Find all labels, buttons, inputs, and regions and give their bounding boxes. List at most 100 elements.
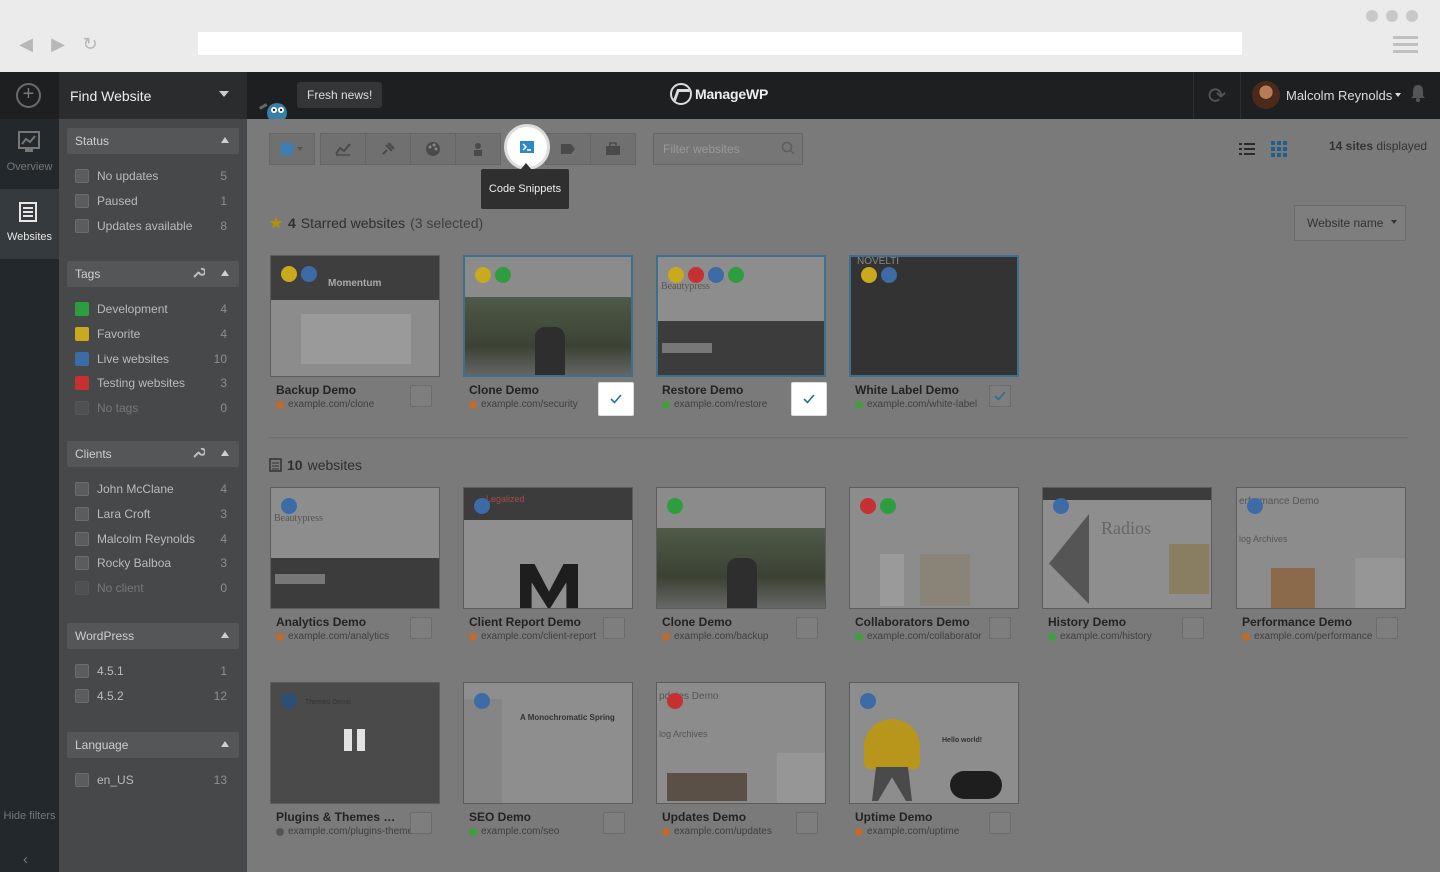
sort-select[interactable]: Website name [1294,205,1406,241]
filter-row-live-websites[interactable]: Live websites 10 [67,346,239,371]
site-select-checkbox[interactable] [1376,617,1398,639]
grid-view-icon[interactable] [1271,141,1287,157]
tag-color-swatch[interactable] [75,351,89,366]
find-website-dropdown[interactable]: Find Website [59,72,247,119]
site-select-checkbox[interactable] [796,812,818,834]
checkbox[interactable] [75,689,89,704]
filter-row-favorite[interactable]: Favorite 4 [67,322,239,347]
site-thumbnail[interactable]: Themes Demo [270,682,440,804]
users-button[interactable] [455,133,501,165]
checkbox[interactable] [75,218,89,233]
filter-row-client[interactable]: Lara Croft 3 [67,502,239,527]
site-card-clone-demo-2[interactable]: Clone Demo example.com/backup [656,487,826,642]
site-select-checkbox[interactable] [410,812,432,834]
filter-row-no-tags[interactable]: No tags 0 [67,396,239,421]
filter-row-no-updates[interactable]: No updates 5 [67,164,239,189]
filter-row-client[interactable]: Malcolm Reynolds 4 [67,526,239,551]
wrench-icon[interactable] [192,446,205,459]
site-thumbnail[interactable] [656,487,826,609]
address-bar[interactable] [198,32,1242,55]
site-card-clone-demo[interactable]: Clone Demo example.com/security [463,255,634,416]
select-all-dropdown[interactable] [269,133,315,165]
filter-row-wp-version[interactable]: 4.5.1 1 [67,659,239,684]
filter-row-testing-websites[interactable]: Testing websites 3 [67,371,239,396]
checkbox[interactable] [75,556,89,571]
plugins-button[interactable] [365,133,411,165]
filter-row-client[interactable]: John McClane 4 [67,477,239,502]
hide-filters-button[interactable]: Hide filters [0,809,59,824]
site-thumbnail[interactable]: Beautypress [656,255,826,377]
site-card-uptime-demo[interactable]: Hello world! Uptime Demo example.com/upt… [849,682,1019,837]
wrench-icon[interactable] [192,266,205,279]
filter-row-wp-version[interactable]: 4.5.2 12 [67,684,239,709]
site-select-checkbox[interactable] [603,617,625,639]
site-thumbnail[interactable]: pdates Demo log Archives [656,682,826,804]
checkbox[interactable] [75,194,89,209]
tag-color-swatch[interactable] [75,376,89,391]
site-thumbnail[interactable]: Radios [1042,487,1212,609]
site-select-checkbox[interactable] [989,617,1011,639]
filter-header-clients[interactable]: Clients [67,441,239,467]
site-card-collaborators-demo[interactable]: Collaborators Demo example.com/collabora… [849,487,1019,642]
site-card-client-report-demo[interactable]: Legalized Client Report Demo example.com… [463,487,633,642]
chevron-left-icon[interactable]: ‹ [23,851,28,868]
site-card-seo-demo[interactable]: A Monochromatic Spring SEO Demo example.… [463,682,633,837]
filter-header-wordpress[interactable]: WordPress [67,623,239,649]
site-thumbnail[interactable]: Legalized [463,487,633,609]
filter-row-development[interactable]: Development 4 [67,297,239,322]
forward-icon[interactable]: ▶ [48,34,68,54]
site-card-plugins-themes-demo[interactable]: Themes Demo Plugins & Themes Dem... exam… [270,682,440,837]
site-thumbnail[interactable]: erformance Demo log Archives [1236,487,1406,609]
rail-item-websites[interactable]: Websites [0,189,59,259]
checkbox[interactable] [75,581,89,596]
site-select-checkbox[interactable] [603,812,625,834]
rail-item-overview[interactable]: Overview [0,119,59,189]
site-card-performance-demo[interactable]: erformance Demo log Archives Performance… [1236,487,1406,642]
sync-icon[interactable]: ⟳ [1193,72,1241,119]
site-card-updates-demo[interactable]: pdates Demo log Archives Updates Demo ex… [656,682,826,837]
filter-row-paused[interactable]: Paused 1 [67,189,239,214]
tag-color-swatch[interactable] [75,327,89,342]
site-select-checkbox[interactable] [989,812,1011,834]
site-card-backup-demo[interactable]: Momentum Backup Demo example.com/clone [270,255,440,410]
themes-button[interactable] [410,133,456,165]
checkbox[interactable] [75,664,89,679]
select-checkbox[interactable] [281,143,293,155]
site-select-checkbox[interactable] [598,382,634,416]
checkbox[interactable] [75,773,89,788]
browser-menu-icon[interactable] [1393,36,1418,57]
reload-icon[interactable]: ↻ [80,34,100,54]
checkbox[interactable] [75,401,89,416]
site-card-restore-demo[interactable]: Beautypress Restore Demo example.com/res… [656,255,827,416]
site-thumbnail[interactable] [849,487,1019,609]
filter-row-language[interactable]: en_US 13 [67,768,239,793]
site-select-checkbox[interactable] [796,617,818,639]
filter-websites-input[interactable]: Filter websites [653,133,803,165]
site-select-checkbox[interactable] [410,385,432,407]
tags-button[interactable] [545,133,591,165]
site-thumbnail[interactable]: Beautypress [270,487,440,609]
site-select-checkbox[interactable] [989,385,1011,407]
user-menu[interactable]: Malcolm Reynolds [1252,81,1402,109]
list-view-icon[interactable] [1239,141,1255,157]
site-card-white-label-demo[interactable]: NOVELTI White Label Demo example.com/whi… [849,255,1019,410]
site-select-checkbox[interactable] [791,382,827,416]
add-website-button[interactable]: + [16,83,41,108]
clients-button[interactable] [590,133,636,165]
site-card-analytics-demo[interactable]: Beautypress Analytics Demo example.com/a… [270,487,440,642]
tag-color-swatch[interactable] [75,302,89,317]
back-icon[interactable]: ◀ [16,34,36,54]
site-select-checkbox[interactable] [410,617,432,639]
checkbox[interactable] [75,169,89,184]
checkbox[interactable] [75,531,89,546]
filter-header-language[interactable]: Language [67,732,239,758]
filter-row-updates-available[interactable]: Updates available 8 [67,213,239,238]
fresh-news-badge[interactable]: Fresh news! [297,82,383,108]
checkbox[interactable] [75,482,89,497]
site-thumbnail[interactable]: Momentum [270,255,440,377]
filter-row-no-client[interactable]: No client 0 [67,576,239,601]
analytics-button[interactable] [320,133,366,165]
site-card-history-demo[interactable]: Radios History Demo example.com/history [1042,487,1212,642]
filter-header-status[interactable]: Status [67,128,239,154]
site-thumbnail[interactable] [463,255,633,377]
